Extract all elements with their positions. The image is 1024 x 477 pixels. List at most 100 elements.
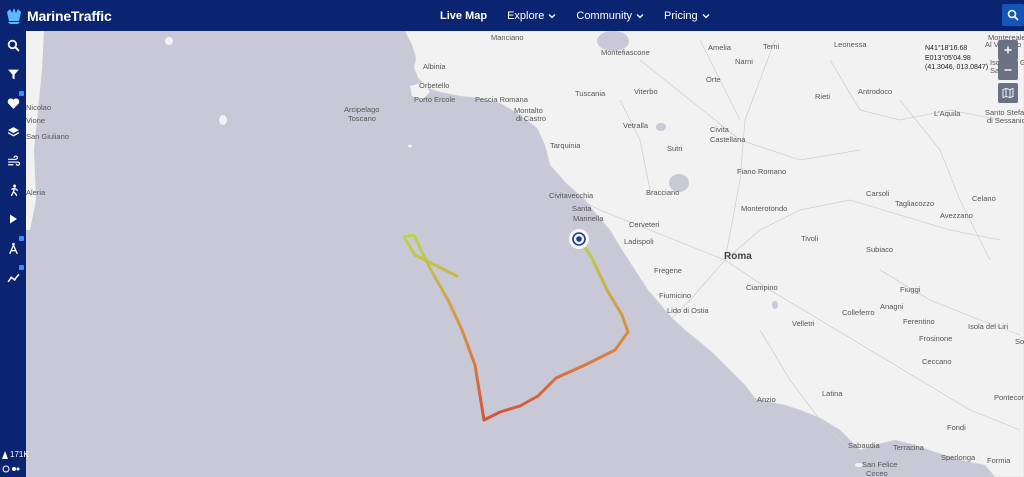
coord-lat: N41°18'16.68 — [925, 45, 968, 52]
sidebar-layers-button[interactable] — [0, 118, 26, 146]
place-label: Circeo — [866, 469, 888, 477]
place-label: Tagliacozzo — [895, 199, 934, 208]
place-label: Aleria — [26, 188, 46, 197]
place-label: Avezzano — [940, 211, 973, 220]
sidebar-playback-button[interactable] — [0, 205, 26, 233]
nav-live-map[interactable]: Live Map — [440, 10, 487, 22]
place-label: Isola del Liri — [968, 322, 1008, 331]
place-label: Porto Ercole — [414, 95, 455, 104]
heart-icon — [7, 97, 19, 109]
place-label: Leonessa — [834, 40, 867, 49]
place-label: Arcipelago — [344, 105, 379, 114]
place-label: Fiano Romano — [737, 167, 786, 176]
global-search-button[interactable] — [1002, 4, 1024, 26]
place-label: Fiuggi — [900, 285, 921, 294]
sidebar-routes-button[interactable] — [0, 176, 26, 204]
lock-icon — [19, 265, 24, 270]
sidebar-favorites-button[interactable] — [0, 89, 26, 117]
sidebar-measure-button[interactable] — [0, 234, 26, 262]
cursor-coordinates: N41°18'16.68 E013°05'04.98 (41.3046, 013… — [925, 44, 988, 73]
nav-community[interactable]: Community — [576, 10, 644, 22]
map-type-button[interactable] — [998, 83, 1018, 103]
zoom-out-button[interactable] — [998, 60, 1018, 80]
minus-icon — [1004, 69, 1012, 71]
brand-logo[interactable]: MarineTraffic — [4, 5, 112, 27]
place-label: Ciampino — [746, 283, 778, 292]
place-label: Monterotondo — [741, 204, 787, 213]
place-label: Terracina — [893, 443, 925, 452]
place-label: Narni — [735, 57, 753, 66]
place-label: Celano — [972, 194, 996, 203]
place-label: Ceccano — [922, 357, 952, 366]
place-label: Terni — [763, 42, 780, 51]
place-label: Tarquinia — [550, 141, 581, 150]
island — [219, 115, 227, 125]
sidebar-search-button[interactable] — [0, 31, 26, 59]
plus-icon — [1004, 46, 1012, 54]
place-label: Nicolao — [26, 103, 51, 112]
place-label: Ladispoli — [624, 237, 654, 246]
place-label: Ferentino — [903, 317, 935, 326]
place-label: Sora — [1015, 337, 1024, 346]
place-label: Lido di Ostia — [667, 306, 710, 315]
sidebar-analytics-button[interactable] — [0, 263, 26, 291]
place-label: Formia — [987, 456, 1011, 465]
nav-community-label: Community — [576, 9, 632, 22]
zoom-in-button[interactable] — [998, 40, 1018, 60]
place-label: Fiumicino — [659, 291, 691, 300]
layers-icon — [7, 126, 19, 136]
place-label: San Felice — [862, 460, 897, 469]
place-label: di Castro — [516, 114, 546, 123]
place-label: Albinia — [423, 62, 446, 71]
sidebar-weather-button[interactable] — [0, 147, 26, 175]
place-label: Amelia — [708, 43, 732, 52]
place-label: Pescia Romana — [475, 95, 529, 104]
place-label: Vetralla — [623, 121, 649, 130]
main-nav: Live Map Explore Community Pricing — [440, 0, 730, 31]
marinetraffic-logo-icon — [7, 8, 21, 24]
sidebar-filter-button[interactable] — [0, 60, 26, 88]
place-label: Viterbo — [634, 87, 658, 96]
lock-icon — [19, 236, 24, 241]
place-label: Manciano — [491, 33, 524, 42]
place-label: Velletri — [792, 319, 815, 328]
place-label: Montefiascone — [601, 48, 650, 57]
vessel-count: 171K — [2, 450, 29, 459]
play-icon — [10, 214, 17, 224]
nav-live-map-label: Live Map — [440, 9, 488, 22]
nav-explore[interactable]: Explore — [507, 10, 556, 22]
place-label: Orte — [706, 75, 721, 84]
chevron-down-icon — [636, 13, 644, 18]
place-label: Anagni — [880, 302, 904, 311]
place-label: Civita — [710, 125, 730, 134]
search-icon — [1007, 9, 1019, 21]
place-label: Sperlonga — [941, 453, 976, 462]
place-label: Colleferro — [842, 308, 875, 317]
place-label: Latina — [822, 389, 843, 398]
place-label: Tivoli — [801, 234, 819, 243]
place-label: Marinella — [573, 214, 604, 223]
vessel-marker[interactable] — [569, 229, 589, 249]
wind-icon — [7, 155, 20, 166]
place-label: Sutri — [667, 144, 683, 153]
lake-albano — [772, 301, 778, 309]
island — [408, 144, 412, 148]
chevron-down-icon — [548, 13, 556, 18]
map-icon — [1002, 87, 1014, 99]
sidebar-settings[interactable] — [2, 465, 20, 475]
place-label: Carsoli — [866, 189, 890, 198]
analytics-icon — [6, 273, 20, 282]
place-label: Castellana — [710, 135, 746, 144]
brand-name: MarineTraffic — [27, 8, 112, 24]
vessel-icon — [2, 450, 8, 459]
place-label: Fregene — [654, 266, 682, 275]
place-label: Cerveteri — [629, 220, 660, 229]
place-label: Subiaco — [866, 245, 893, 254]
live-map[interactable]: Manciano Montefiascone Amelia Terni Leonessa… — [26, 31, 1024, 477]
route-person-icon — [10, 184, 18, 196]
place-label: Antrodoco — [858, 87, 892, 96]
chevron-down-icon — [702, 13, 710, 18]
nav-pricing-label: Pricing — [664, 9, 698, 22]
nav-pricing[interactable]: Pricing — [664, 10, 710, 22]
place-label: Rieti — [815, 92, 830, 101]
